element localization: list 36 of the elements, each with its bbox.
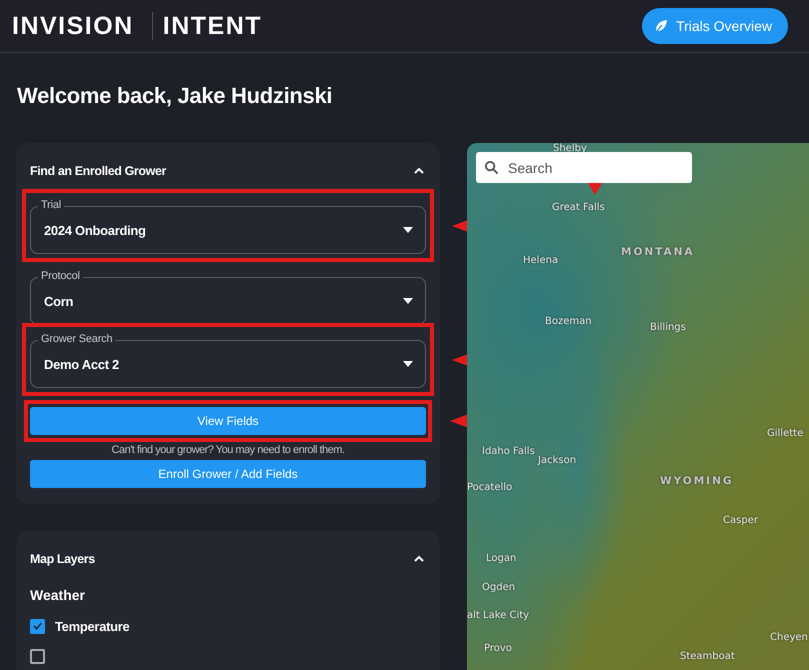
- city-label: Steamboat: [680, 651, 735, 663]
- city-label: Shelby: [553, 143, 587, 155]
- city-label: Gillette: [767, 428, 804, 440]
- layer-checkbox[interactable]: [30, 648, 45, 664]
- dropdown-caret-icon: [403, 227, 413, 233]
- state-label: MONTANA: [621, 246, 695, 258]
- dropdown-caret-icon: [403, 298, 413, 304]
- checkmark-icon: [32, 620, 43, 632]
- city-label: Provo: [484, 643, 512, 655]
- panel-title: Find an Enrolled Grower: [30, 164, 166, 178]
- search-icon: [484, 160, 499, 175]
- state-label: WYOMING: [660, 475, 734, 487]
- leaf-icon: [654, 19, 668, 33]
- city-label: Helena: [523, 255, 558, 267]
- weather-map[interactable]: [467, 143, 809, 670]
- city-label: Cheyen: [770, 632, 808, 644]
- city-label: Ogden: [482, 582, 516, 594]
- city-label: Idaho Falls: [482, 446, 535, 458]
- dropdown-caret-icon: [403, 361, 413, 367]
- product-logo: INTENT: [162, 12, 262, 40]
- city-label: Jackson: [538, 455, 576, 467]
- map-search-field[interactable]: Search: [476, 152, 692, 183]
- brand-logo: INVISION: [12, 12, 134, 40]
- city-label: alt Lake City: [467, 610, 530, 622]
- city-label: Pocatello: [467, 482, 512, 494]
- layer-checkbox[interactable]: [30, 618, 45, 634]
- help-text: Can't find your grower? You may need to enroll them.: [110, 444, 346, 456]
- city-label: Bozeman: [545, 316, 592, 328]
- panel-title: Map Layers: [30, 552, 95, 566]
- city-label: Great Falls: [552, 202, 605, 214]
- city-label: Logan: [486, 553, 516, 565]
- layer-label: Temperature: [55, 618, 130, 634]
- welcome-heading: Welcome back, Jake Hudzinski: [16, 82, 334, 110]
- section-heading: Weather: [30, 587, 86, 603]
- city-label: Casper: [723, 515, 758, 527]
- city-label: Billings: [650, 322, 686, 334]
